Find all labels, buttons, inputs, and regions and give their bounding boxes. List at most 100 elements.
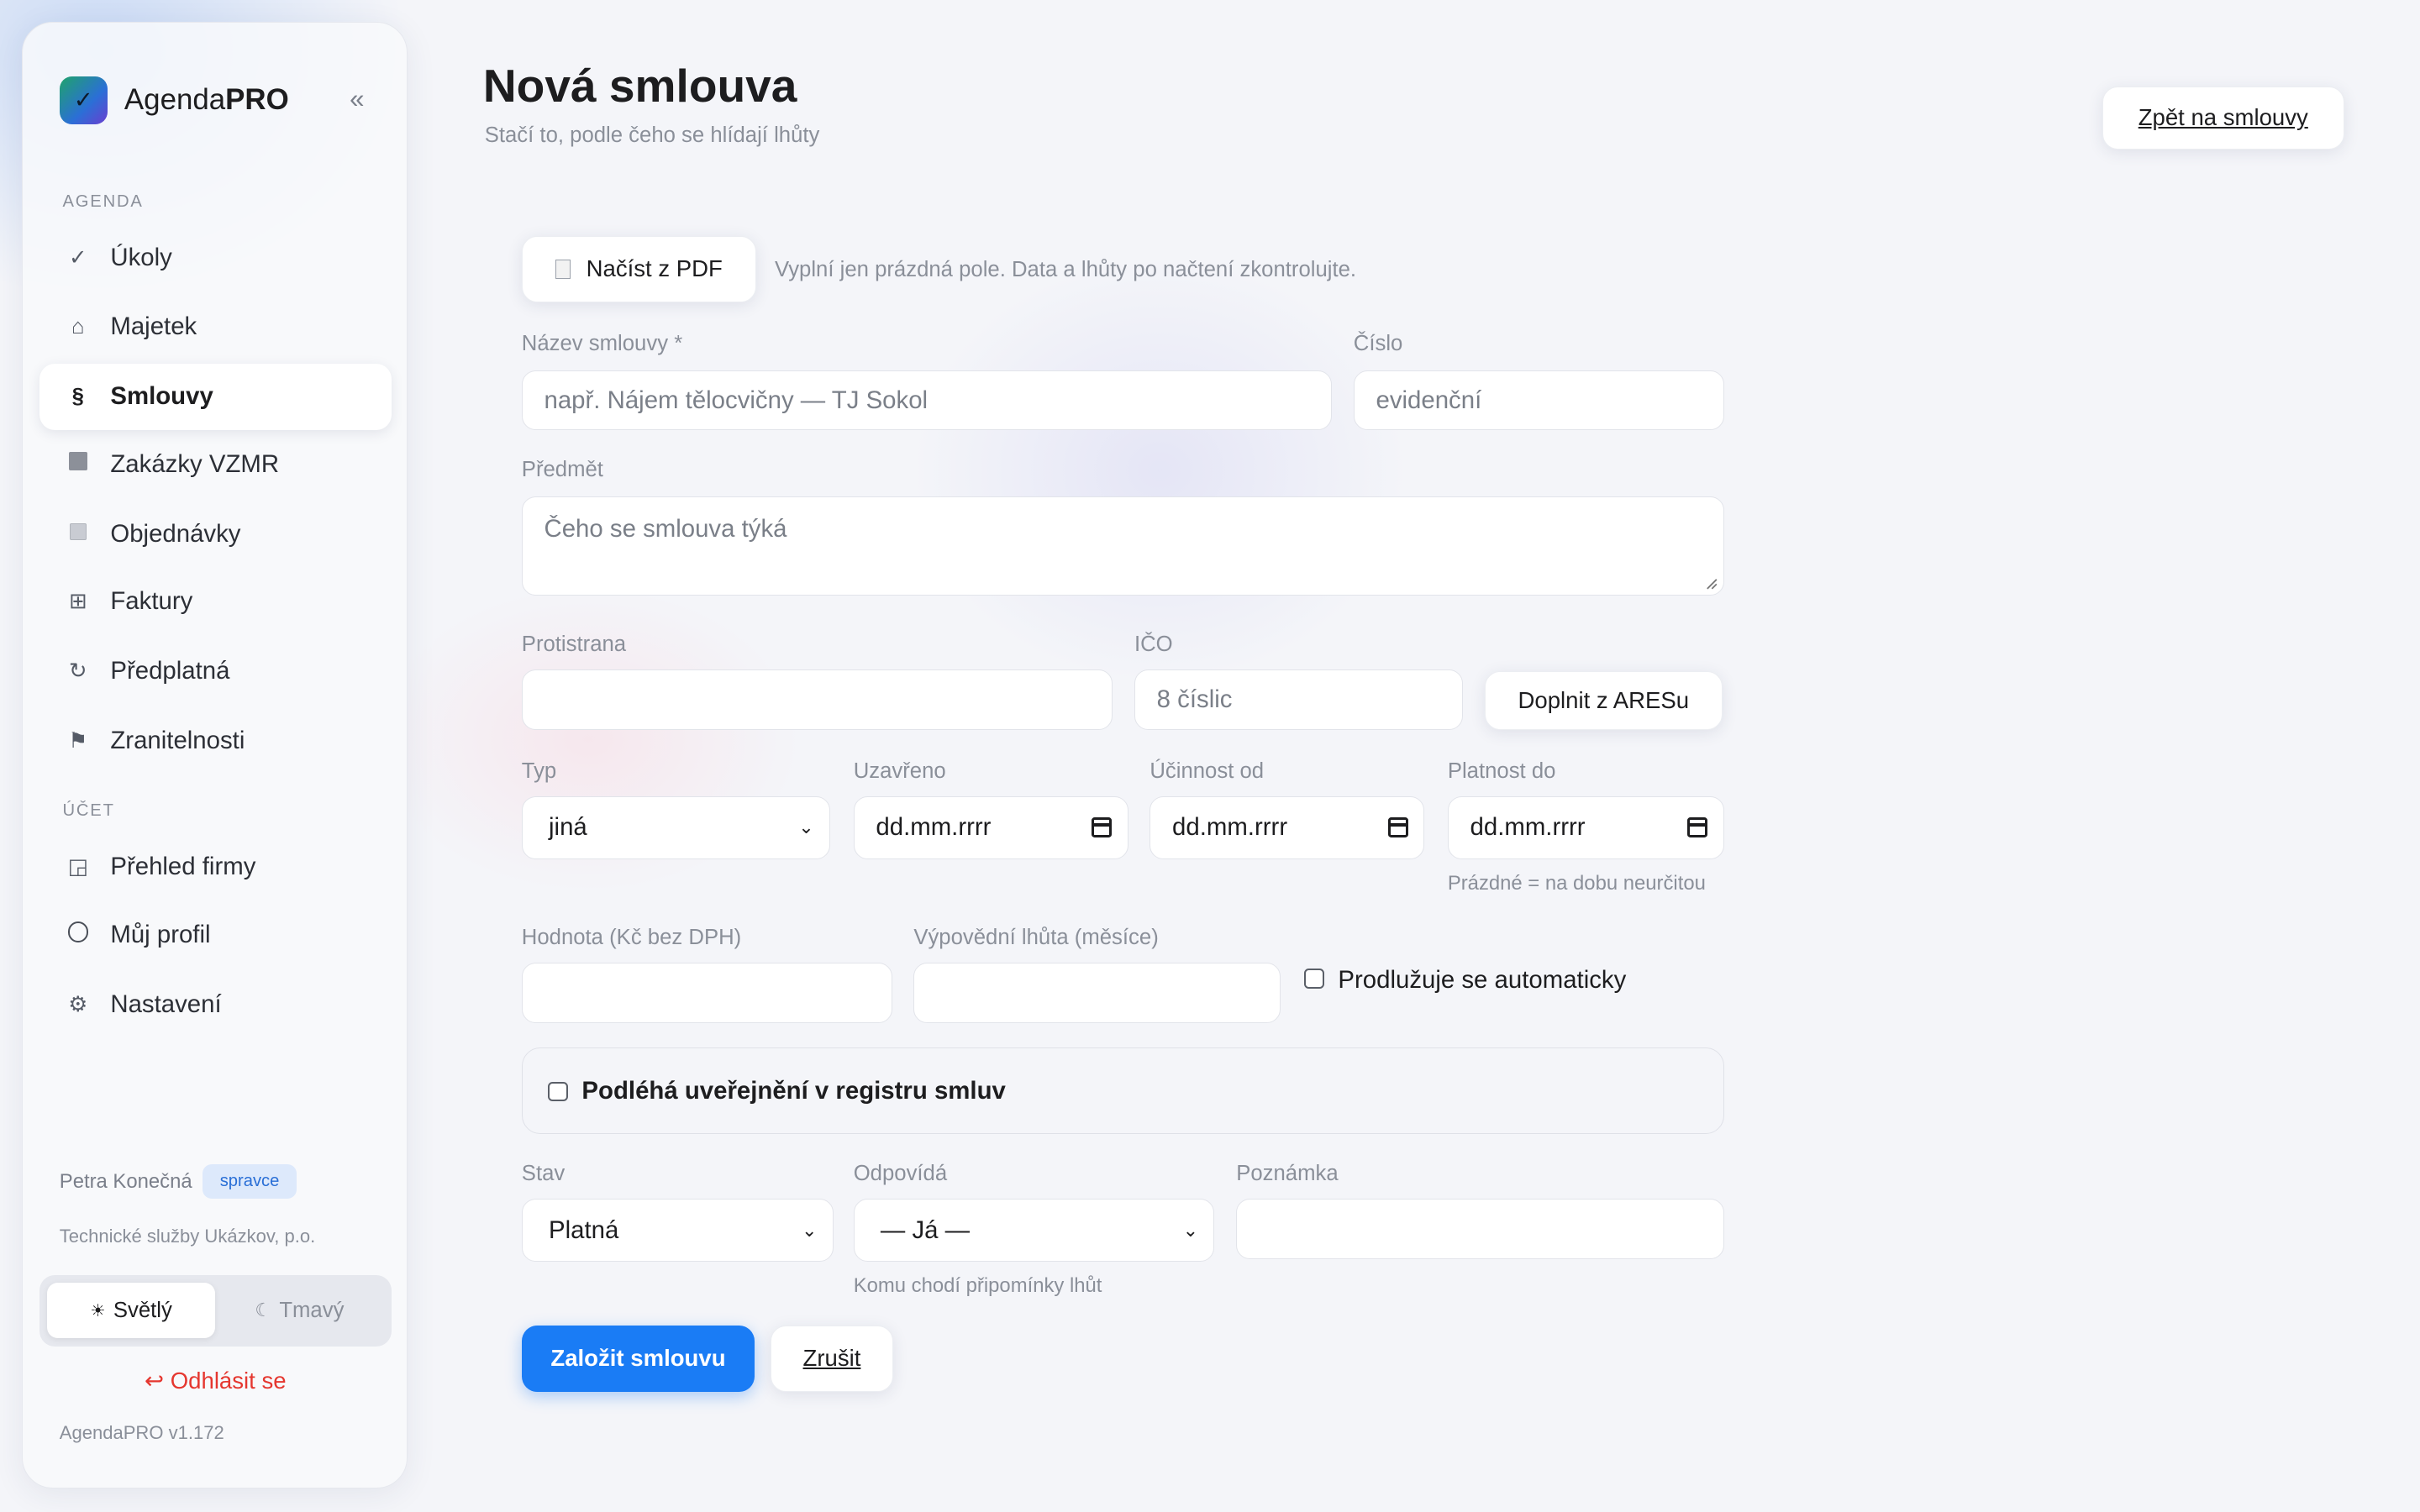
contract-name-input[interactable]: např. Nájem tělocvičny — TJ Sokol: [521, 370, 1333, 431]
section-label-account: ÚČET: [62, 801, 115, 821]
responsible-select[interactable]: — Já — ⌄: [853, 1199, 1215, 1263]
app-version: AgendaPRO v1.172: [59, 1421, 224, 1443]
logout-icon: ↩: [145, 1368, 165, 1394]
effective-from-label: Účinnost od: [1150, 759, 1265, 783]
contract-number-input[interactable]: evidenční: [1353, 370, 1724, 431]
sidebar-item-majetek[interactable]: ⌂ Majetek: [39, 294, 392, 360]
sidebar-item-predplatna[interactable]: ↻ Předplatná: [39, 638, 392, 705]
calendar-icon[interactable]: [1092, 817, 1113, 838]
sidebar-item-faktury[interactable]: ⊞ Faktury: [39, 569, 392, 635]
section-label-agenda: AGENDA: [62, 192, 144, 211]
grid-icon: ⊞: [69, 590, 87, 614]
concluded-date-input[interactable]: dd.mm.rrrr: [853, 795, 1128, 860]
calendar-icon[interactable]: [1388, 817, 1408, 838]
brand-name: AgendaPRO: [124, 83, 289, 117]
collapse-sidebar-icon[interactable]: «: [350, 84, 364, 114]
user-info: Petra Konečná spravce: [59, 1163, 297, 1200]
theme-light-button[interactable]: ☀ Světlý: [47, 1283, 216, 1339]
create-contract-button[interactable]: Založit smlouvu: [521, 1325, 755, 1392]
effective-from-date-input[interactable]: dd.mm.rrrr: [1150, 795, 1425, 860]
sidebar-item-label: Majetek: [110, 312, 197, 341]
theme-dark-label: Tmavý: [279, 1298, 345, 1322]
refresh-icon: ↻: [69, 659, 87, 684]
home-icon: ⌂: [71, 314, 85, 339]
square-icon: [64, 452, 92, 476]
valid-until-date-input[interactable]: dd.mm.rrrr: [1447, 795, 1724, 860]
fill-from-ares-button[interactable]: Doplnit z ARESu: [1484, 670, 1723, 730]
contract-number-placeholder: evidenční: [1376, 386, 1482, 414]
ico-input[interactable]: 8 číslic: [1134, 669, 1464, 730]
logout-button[interactable]: ↩ Odhlásit se: [23, 1368, 408, 1394]
sidebar-item-objednavky[interactable]: Objednávky: [39, 501, 392, 567]
sidebar-item-zakazky-vzmr[interactable]: Zakázky VZMR: [39, 431, 392, 497]
brand-prefix: Agenda: [124, 83, 226, 117]
logout-label: Odhlásit se: [170, 1368, 287, 1394]
sidebar-item-label: Můj profil: [110, 921, 211, 949]
sidebar-item-label: Úkoly: [110, 243, 172, 271]
sidebar-item-smlouvy[interactable]: § Smlouvy: [39, 363, 392, 430]
sidebar-item-label: Faktury: [110, 587, 193, 616]
note-input[interactable]: [1236, 1199, 1724, 1259]
sidebar-item-label: Zakázky VZMR: [110, 449, 280, 478]
sidebar-item-ukoly[interactable]: ✓ Úkoly: [39, 224, 392, 291]
subject-placeholder: Čeho se smlouva týká: [544, 514, 787, 543]
subject-textarea[interactable]: Čeho se smlouva týká: [521, 496, 1724, 596]
registry-label[interactable]: Podléhá uveřejnění v registru smluv: [581, 1077, 1005, 1105]
sidebar-item-label: Předplatná: [110, 657, 230, 685]
concluded-value: dd.mm.rrrr: [876, 813, 992, 842]
sidebar-item-label: Přehled firmy: [110, 853, 256, 881]
responsible-value: — Já —: [880, 1215, 971, 1244]
brand-suffix: PRO: [225, 83, 289, 117]
role-badge: spravce: [203, 1163, 297, 1200]
sidebar-item-nastaveni[interactable]: ⚙ Nastavení: [39, 971, 392, 1037]
notice-period-input[interactable]: [913, 963, 1281, 1023]
valid-until-value: dd.mm.rrrr: [1470, 813, 1586, 842]
notice-period-label: Výpovědní lhůta (měsíce): [913, 926, 1159, 950]
sun-icon: ☀: [90, 1301, 106, 1320]
sidebar-item-label: Zranitelnosti: [110, 726, 245, 754]
calendar-icon[interactable]: [1687, 817, 1708, 838]
page-subtitle: Stačí to, podle čeho se hlídají lhůty: [484, 123, 820, 147]
auto-renew-label[interactable]: Prodlužuje se automaticky: [1338, 966, 1626, 995]
auto-renew-checkbox[interactable]: [1304, 969, 1324, 990]
resize-handle-icon[interactable]: [1706, 578, 1718, 591]
responsible-hint: Komu chodí připomínky lhůt: [853, 1274, 1102, 1298]
organization-name: Technické služby Ukázkov, p.o.: [59, 1226, 316, 1247]
ico-label: IČO: [1134, 633, 1173, 657]
flag-icon: ⚑: [68, 728, 88, 753]
valid-until-hint: Prázdné = na dobu neurčitou: [1447, 871, 1706, 895]
paragraph-icon: §: [71, 384, 84, 408]
registry-checkbox[interactable]: [548, 1081, 568, 1102]
theme-dark-button[interactable]: ☾ Tmavý: [215, 1283, 383, 1338]
counterparty-input[interactable]: [521, 669, 1113, 730]
theme-light-label: Světlý: [113, 1298, 172, 1322]
chevron-down-icon: ⌄: [798, 816, 814, 838]
concluded-label: Uzavřeno: [853, 759, 946, 783]
back-to-contracts-button[interactable]: Zpět na smlouvy: [2102, 86, 2344, 150]
contract-name-label: Název smlouvy *: [521, 331, 683, 355]
value-input[interactable]: [521, 963, 892, 1023]
sidebar: ✓ AgendaPRO « AGENDA ✓ Úkoly ⌂ Majetek §…: [21, 21, 408, 1489]
chevron-down-icon: ⌄: [801, 1219, 818, 1241]
load-from-pdf-label: Načíst z PDF: [586, 255, 723, 282]
status-label: Stav: [521, 1162, 566, 1186]
status-select[interactable]: Platná ⌄: [521, 1199, 834, 1263]
chevron-down-icon: ⌄: [1182, 1219, 1199, 1241]
checkmark-icon: ✓: [69, 245, 87, 270]
load-from-pdf-button[interactable]: Načíst z PDF: [521, 236, 756, 302]
sidebar-item-label: Smlouvy: [110, 382, 213, 411]
moon-icon: ☾: [255, 1299, 272, 1321]
sidebar-item-muj-profil[interactable]: Můj profil: [39, 902, 392, 969]
profile-icon: [64, 921, 92, 948]
type-label: Typ: [521, 759, 557, 783]
sidebar-item-zranitelnosti[interactable]: ⚑ Zranitelnosti: [39, 707, 392, 774]
brand[interactable]: ✓ AgendaPRO: [59, 76, 289, 124]
sidebar-item-prehled-firmy[interactable]: ◲ Přehled firmy: [39, 834, 392, 900]
cancel-button[interactable]: Zrušit: [770, 1325, 894, 1392]
user-name: Petra Konečná: [59, 1169, 192, 1193]
note-label: Poznámka: [1236, 1162, 1339, 1186]
theme-switch: ☀ Světlý ☾ Tmavý: [39, 1275, 392, 1347]
gear-icon: ⚙: [68, 992, 88, 1016]
value-label: Hodnota (Kč bez DPH): [521, 926, 742, 950]
type-select[interactable]: jiná ⌄: [521, 795, 831, 860]
